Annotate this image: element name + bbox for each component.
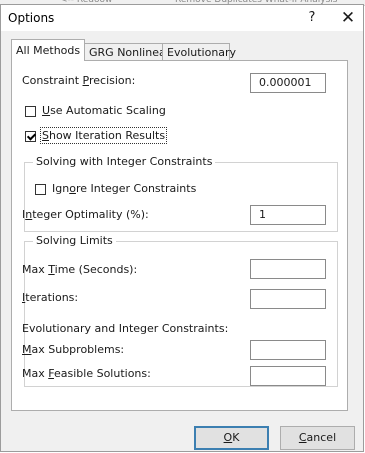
title-bar: Options ? ✕	[1, 5, 363, 31]
integer-optimality-label: Integer Optimality (%):	[22, 208, 149, 221]
solving-limits-group: Solving Limits Max Time (Seconds): Itera…	[22, 234, 338, 387]
dialog-title: Options	[8, 11, 55, 25]
tab-evolutionary[interactable]: Evolutionary	[162, 43, 236, 60]
options-dialog: Options ? ✕ All Methods GRG Nonlinear Ev…	[0, 4, 364, 452]
max-time-label: Max Time (Seconds):	[22, 263, 138, 276]
iterations-input[interactable]	[250, 289, 326, 309]
max-feasible-solutions-input[interactable]	[250, 366, 326, 386]
integer-constraints-group-title: Solving with Integer Constraints	[33, 155, 216, 168]
ignore-integer-constraints-label[interactable]: Ignore Integer Constraints	[52, 182, 196, 195]
max-time-input[interactable]	[250, 259, 326, 279]
max-subproblems-label: Max Subproblems:	[22, 343, 125, 356]
tab-grg-nonlinear[interactable]: GRG Nonlinear	[84, 43, 170, 60]
max-subproblems-input[interactable]	[250, 340, 326, 360]
iterations-label: Iterations:	[22, 291, 79, 304]
use-automatic-scaling-label[interactable]: Use Automatic Scaling	[42, 104, 166, 117]
tab-all-methods[interactable]: All Methods	[11, 39, 85, 61]
integer-constraints-group: Solving with Integer Constraints Ignore …	[22, 155, 338, 232]
ignore-integer-constraints-checkbox[interactable]	[35, 184, 46, 195]
all-methods-panel: Constraint Precision: 0.000001 Use Autom…	[11, 60, 348, 411]
constraint-precision-input[interactable]: 0.000001	[250, 73, 326, 93]
constraint-precision-label: Constraint Precision:	[22, 74, 136, 87]
close-button[interactable]: ✕	[337, 8, 359, 28]
integer-optimality-input[interactable]: 1	[250, 205, 326, 225]
show-iteration-results-checkbox[interactable]	[25, 131, 36, 142]
evolutionary-integer-heading: Evolutionary and Integer Constraints:	[22, 322, 229, 335]
ok-button[interactable]: OK	[194, 426, 269, 450]
solving-limits-group-title: Solving Limits	[33, 234, 116, 247]
cancel-button[interactable]: Cancel	[280, 426, 355, 450]
help-button[interactable]: ?	[302, 9, 322, 27]
max-feasible-solutions-label: Max Feasible Solutions:	[22, 367, 151, 380]
use-automatic-scaling-checkbox[interactable]	[25, 106, 36, 117]
show-iteration-results-label[interactable]: Show Iteration Results	[39, 127, 168, 144]
